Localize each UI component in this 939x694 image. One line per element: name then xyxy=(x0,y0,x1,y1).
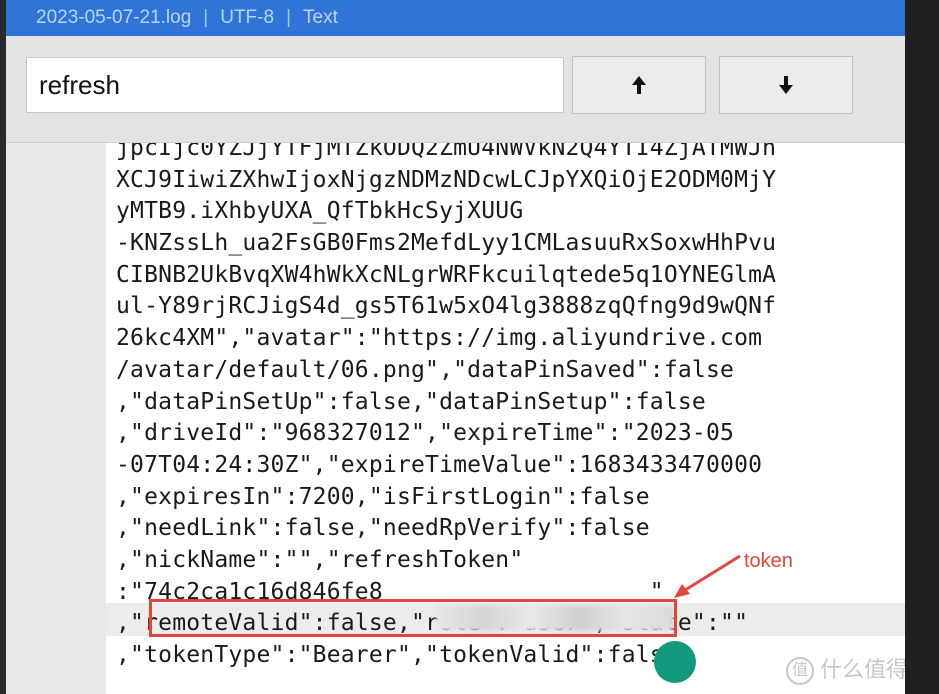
file-name: 2023-05-07-21.log xyxy=(36,7,192,28)
log-line: -07T04:24:30Z","expireTimeValue":1683433… xyxy=(116,451,763,478)
log-line: ul-Y89rjRCJigS4d_gs5T61w5xO4lg3888zqQfng… xyxy=(116,293,777,320)
line-gutter xyxy=(6,143,106,694)
log-line: ,"expiresIn":7200,"isFirstLogin":false xyxy=(116,483,650,510)
log-viewer-window: 2023-05-07-21.log | UTF-8 | Text jpcIjc0YZJj… xyxy=(6,0,905,694)
search-input[interactable] xyxy=(26,57,564,113)
log-line: jpcIjc0YZJjYTFjMTZkODQ2ZmU4NWVkN2Q4YTI4Z… xyxy=(116,143,777,161)
find-next-button[interactable] xyxy=(719,56,853,114)
log-line: -KNZssLh_ua2FsGB0Fms2MefdLyy1CMLasuuRxSo… xyxy=(116,230,777,257)
status-bar: 2023-05-07-21.log | UTF-8 | Text xyxy=(6,0,905,36)
view-mode: Text xyxy=(303,7,338,28)
annotation-arrow-icon xyxy=(674,554,741,598)
token-annotation-label: token xyxy=(744,550,793,572)
separator-2: | xyxy=(286,7,291,28)
log-line: XCJ9IiwiZXhwIjoxNjgzNDMzNDcwLCJpYXQiOjE2… xyxy=(116,166,777,193)
log-line: ,"needLink":false,"needRpVerify":false xyxy=(116,515,650,542)
separator-1: | xyxy=(203,7,209,28)
log-line: ,"dataPinSetUp":false,"dataPinSetup":fal… xyxy=(116,388,706,415)
watermark-text: 什么值得买 xyxy=(820,658,905,683)
window-frame-right xyxy=(905,0,939,694)
log-line: yMTB9.iXhbyUXA_QfTbkHcSyjXUUG xyxy=(116,198,524,225)
find-panel xyxy=(6,36,905,162)
log-line: ,"driveId":"968327012","expireTime":"202… xyxy=(116,420,735,447)
file-encoding: UTF-8 xyxy=(220,7,275,28)
log-line: 26kc4XM","avatar":"https://img.aliyundri… xyxy=(116,325,763,352)
watermark-logo-icon: 值 xyxy=(786,657,814,685)
arrow-up-icon xyxy=(632,76,646,94)
touch-indicator xyxy=(654,641,696,683)
find-previous-button[interactable] xyxy=(572,56,706,114)
token-highlight-box xyxy=(149,599,677,637)
log-line: /avatar/default/06.png","dataPinSaved":f… xyxy=(116,356,735,383)
log-line: CIBNB2UkBvqXW4hWkXcNLgrWRFkcuilqtede5q1O… xyxy=(116,261,777,288)
arrow-down-icon xyxy=(779,76,793,94)
watermark: 值什么值得买 xyxy=(786,652,905,685)
